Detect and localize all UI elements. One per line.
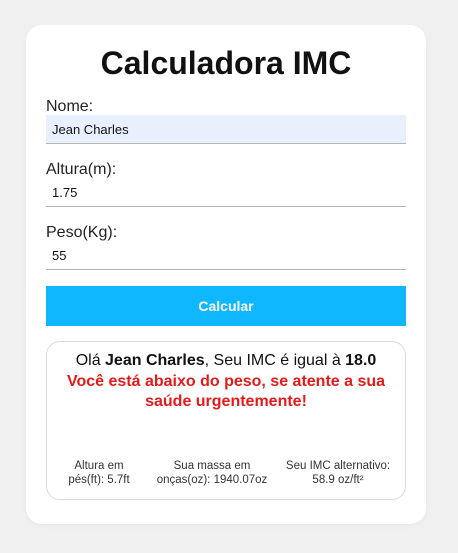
result-imc-value: 18.0 [345,352,377,369]
calculator-card: Calculadora IMC Nome: Altura(m): Peso(Kg… [26,25,426,524]
result-name: Jean Charles [105,352,205,369]
result-greeting: Olá Jean Charles, Seu IMC é igual à 18.0 [47,351,405,371]
weight-field[interactable] [46,241,406,270]
greeting-prefix: Olá [75,352,106,369]
result-panel: Olá Jean Charles, Seu IMC é igual à 18.0… [46,341,406,500]
calculate-button[interactable]: Calcular [46,286,406,326]
height-label: Altura(m): [46,161,117,178]
height-feet-stat: Altura em pés(ft): 5.7ft [68,460,130,486]
alt-imc-stat: Seu IMC alternativo: 58.9 oz/ft² [285,460,391,486]
height-field[interactable] [46,178,406,207]
mass-ounces-stat: Sua massa em onças(oz): 1940.07oz [156,460,268,486]
page-title: Calculadora IMC [100,45,352,81]
greeting-middle: , Seu IMC é igual à [204,352,346,369]
weight-label: Peso(Kg): [46,224,118,241]
result-warning: Você está abaixo do peso, se atente a su… [66,373,386,410]
name-field[interactable] [46,115,406,144]
name-label: Nome: [46,98,94,115]
